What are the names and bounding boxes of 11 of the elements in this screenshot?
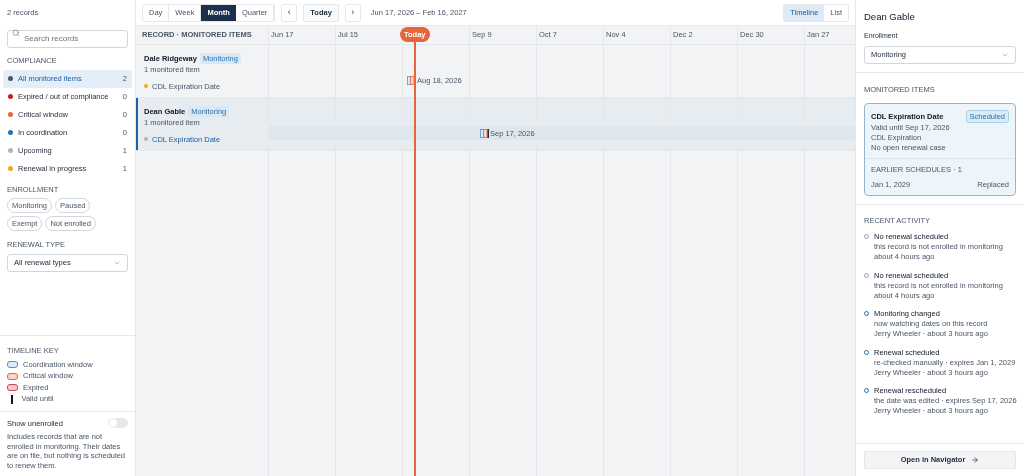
- toggle-switch[interactable]: [108, 418, 128, 429]
- key-swatch-icon: [7, 361, 18, 368]
- arrow-right-icon: [971, 456, 980, 464]
- next-button[interactable]: ›: [344, 3, 361, 22]
- key-swatch-icon: [7, 384, 18, 391]
- detail-title: Dean Gable: [864, 10, 916, 24]
- timeline-marker-icon: [480, 129, 489, 139]
- previous-button[interactable]: ‹: [281, 3, 298, 22]
- search-icon: [12, 29, 20, 38]
- key-swatch-icon: [7, 372, 18, 380]
- search-field[interactable]: Search records: [7, 29, 128, 48]
